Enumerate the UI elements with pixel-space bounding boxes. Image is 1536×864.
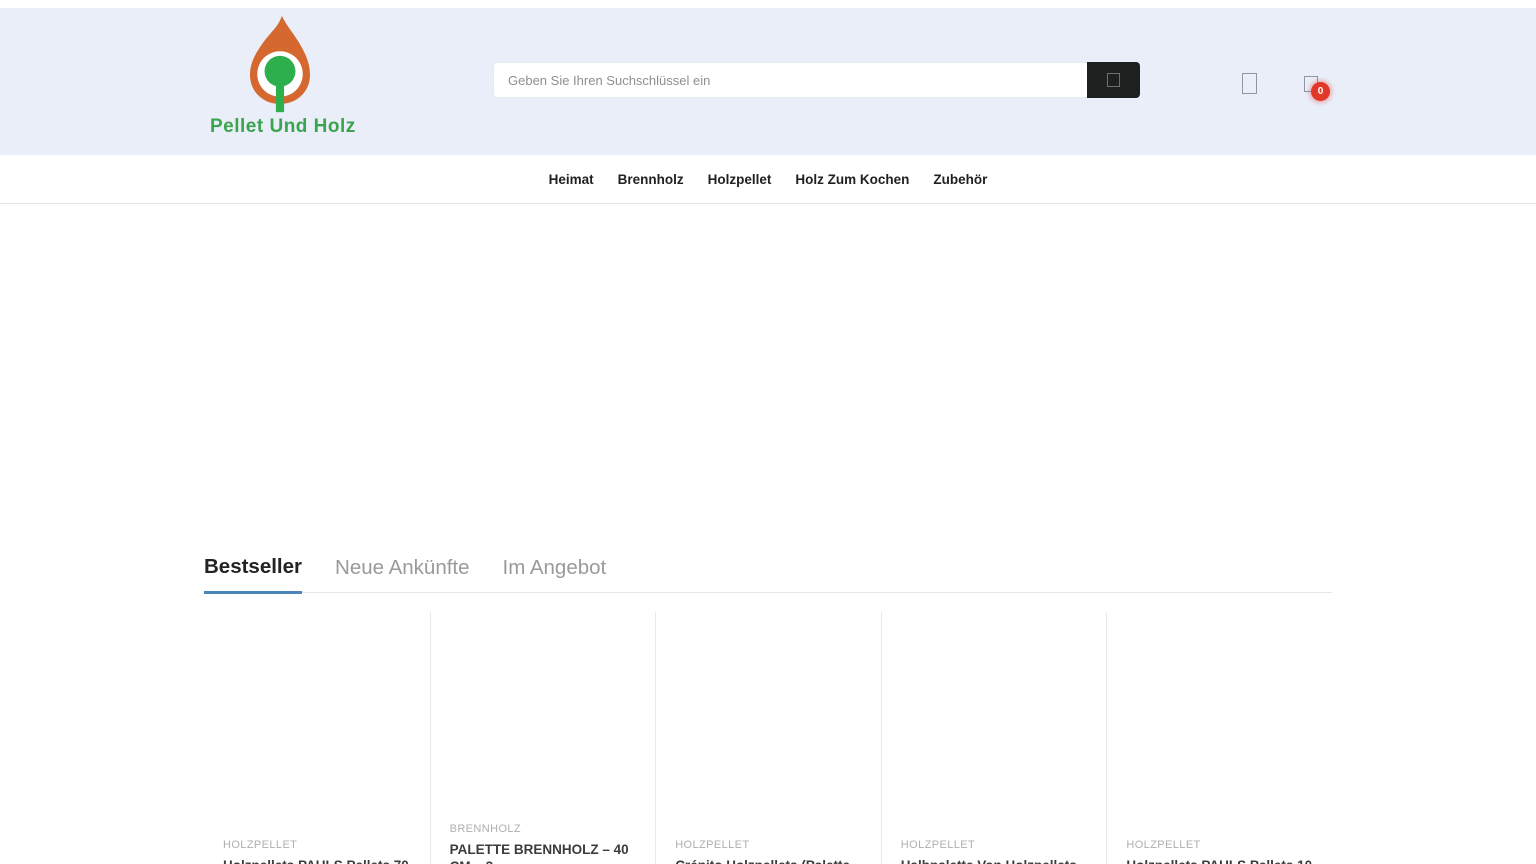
product-image-placeholder [450, 612, 637, 823]
product-category: HOLZPELLET [675, 839, 862, 852]
account-button[interactable] [1242, 73, 1257, 97]
flame-logo-icon [232, 14, 328, 114]
product-tabs: Bestseller Neue Ankünfte Im Angebot [204, 550, 1332, 593]
search-input[interactable] [493, 62, 1087, 98]
main-nav: Heimat Brennholz Holzpellet Holz Zum Koc… [0, 155, 1536, 204]
nav-item-holz-zum-kochen[interactable]: Holz Zum Kochen [783, 155, 921, 204]
tab-im-angebot[interactable]: Im Angebot [503, 550, 607, 592]
site-logo[interactable]: Pellet Und Holz [210, 14, 350, 138]
nav-item-zubehoer[interactable]: Zubehör [921, 155, 999, 204]
product-image-placeholder [901, 612, 1088, 839]
nav-item-brennholz[interactable]: Brennholz [606, 155, 696, 204]
tab-bestseller[interactable]: Bestseller [204, 550, 302, 594]
product-title[interactable]: Crépito Holzpellets (Palette Mit 72 [675, 857, 862, 864]
product-card[interactable]: HOLZPELLET Crépito Holzpellets (Palette … [655, 612, 881, 864]
user-icon [1242, 73, 1257, 94]
top-strip [0, 0, 1536, 8]
cart-button[interactable]: 0 [1304, 76, 1318, 95]
product-category: HOLZPELLET [901, 839, 1088, 852]
product-title[interactable]: Halbpalette Von Holzpellets 15kg [901, 857, 1088, 864]
search-icon [1107, 73, 1120, 87]
product-category: BRENNHOLZ [450, 823, 637, 836]
main-content: Bestseller Neue Ankünfte Im Angebot HOLZ… [204, 550, 1332, 864]
site-header: Pellet Und Holz 0 [0, 8, 1536, 155]
tab-neue-ankuenfte[interactable]: Neue Ankünfte [335, 550, 470, 592]
product-title[interactable]: Holzpellets PAULS Pellets 10 [1126, 857, 1313, 864]
product-category: HOLZPELLET [1126, 839, 1313, 852]
hero-slider-empty [0, 204, 1536, 550]
product-image-placeholder [1126, 612, 1313, 839]
product-image-placeholder [223, 612, 411, 839]
header-icons: 0 [1196, 70, 1336, 110]
cart-count-badge: 0 [1311, 82, 1330, 101]
product-card[interactable]: HOLZPELLET Halbpalette Von Holzpellets 1… [881, 612, 1107, 864]
product-image-placeholder [675, 612, 862, 839]
product-card[interactable]: BRENNHOLZ PALETTE BRENNHOLZ – 40 CM – 3 [430, 612, 656, 864]
product-grid: HOLZPELLET Holzpellets PAULS Pellets 70 … [204, 612, 1332, 864]
nav-item-holzpellet[interactable]: Holzpellet [696, 155, 784, 204]
search-bar [493, 62, 1140, 98]
logo-text: Pellet Und Holz [210, 116, 350, 138]
product-title[interactable]: Holzpellets PAULS Pellets 70 [223, 857, 411, 864]
product-title[interactable]: PALETTE BRENNHOLZ – 40 CM – 3 [450, 841, 637, 864]
nav-item-heimat[interactable]: Heimat [537, 155, 606, 204]
search-button[interactable] [1087, 62, 1140, 98]
product-category: HOLZPELLET [223, 839, 411, 852]
product-card[interactable]: HOLZPELLET Holzpellets PAULS Pellets 70 [204, 612, 430, 864]
product-card[interactable]: HOLZPELLET Holzpellets PAULS Pellets 10 [1106, 612, 1332, 864]
